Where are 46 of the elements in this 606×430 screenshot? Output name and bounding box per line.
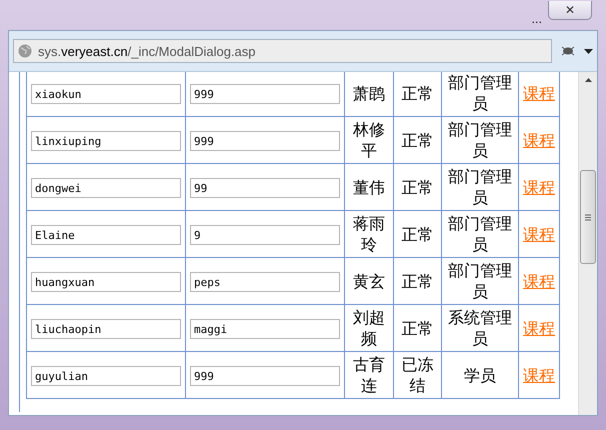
- username-field[interactable]: dongwei: [31, 178, 181, 198]
- more-indicator: ...: [532, 13, 542, 26]
- role-cell: 部门管理员: [442, 258, 518, 304]
- name-cell: 刘超频: [344, 304, 394, 352]
- username-field[interactable]: linxiuping: [31, 131, 181, 152]
- role-cell: 学员: [442, 352, 518, 398]
- scrollbar[interactable]: [578, 72, 597, 415]
- address-bar[interactable]: sys.veryeast.cn/_inc/ModalDialog.asp: [13, 39, 552, 63]
- username-field[interactable]: huangxuan: [31, 272, 181, 292]
- username-field[interactable]: xiaokun: [31, 84, 181, 104]
- name-cell: 古育连: [344, 352, 394, 398]
- status-cell: 正常: [394, 304, 442, 352]
- password-field[interactable]: 999: [190, 131, 340, 152]
- status-cell: 正常: [394, 116, 442, 164]
- close-button[interactable]: ✕: [548, 1, 592, 20]
- password-field[interactable]: 9: [190, 225, 340, 246]
- name-cell: 蒋雨玲: [344, 210, 394, 258]
- url-text: sys.veryeast.cn/_inc/ModalDialog.asp: [38, 44, 256, 58]
- username-field[interactable]: liuchaopin: [31, 319, 181, 340]
- status-cell: 正常: [394, 258, 442, 304]
- dropdown-icon[interactable]: [584, 48, 593, 54]
- password-field[interactable]: 999: [190, 84, 340, 104]
- scroll-up-icon[interactable]: [584, 78, 592, 82]
- status-cell: 正常: [394, 164, 442, 210]
- password-field[interactable]: maggi: [190, 319, 340, 340]
- name-cell: 林修平: [344, 116, 394, 164]
- status-cell: 正常: [394, 72, 442, 116]
- scroll-thumb[interactable]: [580, 170, 596, 264]
- grip-icon: [585, 214, 591, 220]
- role-cell: 部门管理员: [442, 164, 518, 210]
- name-cell: 董伟: [344, 164, 394, 210]
- password-field[interactable]: 999: [190, 366, 340, 386]
- name-cell: 萧鹍: [344, 72, 394, 116]
- role-cell: 部门管理员: [442, 210, 518, 258]
- username-field[interactable]: guyulian: [31, 366, 181, 386]
- role-cell: 系统管理员: [442, 304, 518, 352]
- password-field[interactable]: peps: [190, 272, 340, 292]
- bug-icon[interactable]: [560, 45, 576, 57]
- name-cell: 黄玄: [344, 258, 394, 304]
- status-cell: 已冻结: [394, 352, 442, 398]
- globe-icon: [18, 44, 32, 58]
- password-field[interactable]: 99: [190, 178, 340, 198]
- role-cell: 部门管理员: [442, 72, 518, 116]
- username-field[interactable]: Elaine: [31, 225, 181, 246]
- role-cell: 部门管理员: [442, 116, 518, 164]
- status-cell: 正常: [394, 210, 442, 258]
